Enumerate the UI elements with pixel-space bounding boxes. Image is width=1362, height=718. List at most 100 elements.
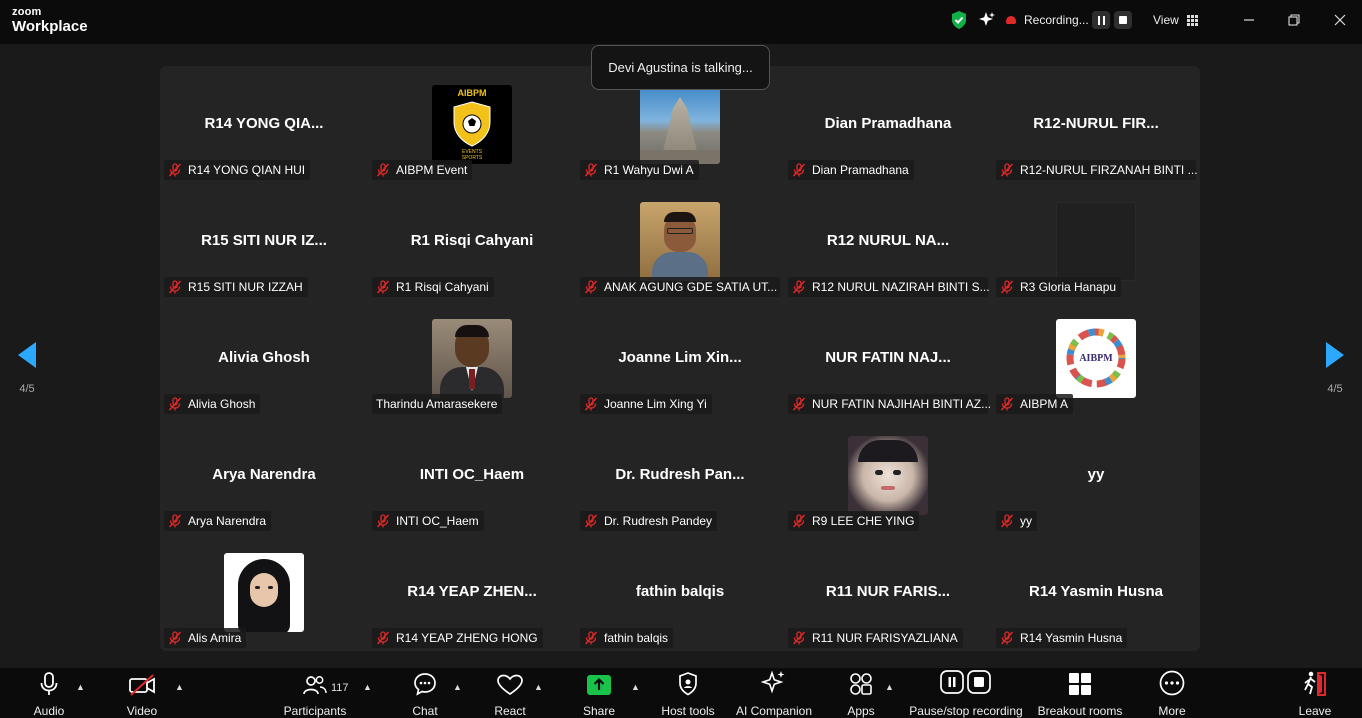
participant-avatar — [848, 436, 928, 515]
cloud-record-icon — [1006, 16, 1016, 24]
breakout-rooms-icon — [1069, 673, 1091, 695]
mic-muted-icon — [168, 631, 182, 645]
apps-button[interactable]: Apps — [846, 668, 876, 718]
participant-display-name: R1 Risqi Cahyani — [410, 232, 534, 249]
participant-tile[interactable]: R11 NUR FARIS... R11 NUR FARISYAZLIANA — [784, 534, 992, 651]
title-bar: zoom Workplace Recording... View — [0, 0, 1362, 44]
participant-tile[interactable]: R1 Risqi Cahyani R1 Risqi Cahyani — [368, 183, 576, 300]
participant-name: AIBPM Event — [396, 163, 468, 177]
video-button[interactable]: Video — [122, 668, 162, 718]
mic-muted-icon — [792, 163, 806, 177]
chat-button[interactable]: Chat — [410, 668, 440, 718]
restore-button[interactable] — [1274, 0, 1314, 40]
participant-tile[interactable]: AIBPM AIBPM A — [992, 300, 1200, 417]
participant-tile[interactable]: INTI OC_Haem INTI OC_Haem — [368, 417, 576, 534]
participant-name: Joanne Lim Xing Yi — [604, 397, 707, 411]
stop-recording-button[interactable] — [1114, 11, 1132, 29]
participant-tile[interactable]: Joanne Lim Xin... Joanne Lim Xing Yi — [576, 300, 784, 417]
participant-tile[interactable]: NUR FATIN NAJ... NUR FATIN NAJIHAH BINTI … — [784, 300, 992, 417]
chat-options-caret[interactable]: ▲ — [453, 682, 462, 692]
participant-tile[interactable]: Alis Amira — [160, 534, 368, 651]
shield-check-icon[interactable] — [950, 0, 968, 40]
breakout-label: Breakout rooms — [1037, 704, 1123, 718]
participant-tile[interactable]: R15 SITI NUR IZ... R15 SITI NUR IZZAH — [160, 183, 368, 300]
ai-companion-button[interactable]: AI Companion — [734, 668, 814, 718]
participant-avatar: AIBPM EVENTS SPORTS — [432, 85, 512, 164]
participant-tile[interactable]: yy yy — [992, 417, 1200, 534]
participant-name: INTI OC_Haem — [396, 514, 479, 528]
participant-name: R14 YEAP ZHENG HONG — [396, 631, 538, 645]
participant-avatar — [640, 202, 720, 281]
participant-name-label: Dian Pramadhana — [788, 160, 914, 180]
more-button[interactable]: More — [1154, 668, 1190, 718]
view-button[interactable]: View — [1153, 0, 1198, 40]
react-button[interactable]: React — [492, 668, 528, 718]
participants-icon — [303, 676, 327, 695]
mic-muted-icon — [1000, 514, 1014, 528]
participant-name-label: R9 LEE CHE YING — [788, 511, 920, 531]
aibpm-ring-text: AIBPM — [1079, 353, 1113, 364]
mic-muted-icon — [376, 163, 390, 177]
apps-options-caret[interactable]: ▲ — [885, 682, 894, 692]
participant-tile[interactable]: R12 NURUL NA... R12 NURUL NAZIRAH BINTI S… — [784, 183, 992, 300]
participant-name: R14 Yasmin Husna — [1020, 631, 1123, 645]
participant-display-name: INTI OC_Haem — [419, 466, 525, 483]
participant-tile[interactable]: R9 LEE CHE YING — [784, 417, 992, 534]
participant-tile[interactable]: R14 YEAP ZHEN... R14 YEAP ZHENG HONG — [368, 534, 576, 651]
participant-avatar — [640, 85, 720, 164]
share-button[interactable]: Share — [582, 668, 616, 718]
previous-page-nav[interactable]: 4/5 — [12, 340, 42, 395]
participant-tile[interactable]: fathin balqis fathin balqis — [576, 534, 784, 651]
arrow-right-icon — [1326, 342, 1344, 368]
participant-display-name: R12-NURUL FIR... — [1033, 115, 1159, 132]
next-page-nav[interactable]: 4/5 — [1320, 340, 1350, 395]
participant-tile[interactable]: Dr. Rudresh Pan... Dr. Rudresh Pandey — [576, 417, 784, 534]
pause-stop-recording-button[interactable]: Pause/stop recording — [906, 668, 1026, 718]
leave-button[interactable]: Leave — [1296, 668, 1334, 718]
audio-options-caret[interactable]: ▲ — [76, 682, 85, 692]
participant-tile[interactable]: Dian Pramadhana Dian Pramadhana — [784, 66, 992, 183]
audio-label: Audio — [33, 704, 65, 718]
participant-tile[interactable]: Arya Narendra Arya Narendra — [160, 417, 368, 534]
participant-tile[interactable]: Alivia Ghosh Alivia Ghosh — [160, 300, 368, 417]
share-options-caret[interactable]: ▲ — [631, 682, 640, 692]
participant-name: ANAK AGUNG GDE SATIA UT... — [604, 280, 778, 294]
react-options-caret[interactable]: ▲ — [534, 682, 543, 692]
apps-icon — [850, 673, 872, 695]
participant-tile[interactable]: R14 YONG QIA... R14 YONG QIAN HUI — [160, 66, 368, 183]
participant-name-label: R11 NUR FARISYAZLIANA — [788, 628, 963, 648]
pause-icon — [1097, 15, 1105, 25]
audio-button[interactable]: Audio — [30, 668, 68, 718]
share-label: Share — [582, 704, 616, 718]
participant-tile[interactable]: R14 Yasmin Husna R14 Yasmin Husna — [992, 534, 1200, 651]
participant-tile[interactable]: ANAK AGUNG GDE SATIA UT... — [576, 183, 784, 300]
participant-name: fathin balqis — [604, 631, 669, 645]
recording-indicator[interactable]: Recording... — [1006, 0, 1089, 40]
host-tools-button[interactable]: Host tools — [660, 668, 716, 718]
video-gallery: R14 YONG QIA... R14 YONG QIAN HUI AIBPM EVE… — [160, 66, 1200, 651]
participant-tile[interactable]: R12-NURUL FIR... R12-NURUL FIRZANAH BINTI… — [992, 66, 1200, 183]
participant-tile[interactable]: Tharindu Amarasekere — [368, 300, 576, 417]
participant-name: Dr. Rudresh Pandey — [604, 514, 713, 528]
breakout-rooms-button[interactable]: Breakout rooms — [1036, 668, 1124, 718]
participant-name: R1 Wahyu Dwi A — [604, 163, 694, 177]
mic-muted-icon — [1000, 397, 1014, 411]
participant-tile[interactable]: AIBPM EVENTS SPORTS AIBPM Event — [368, 66, 576, 183]
sparkle-icon[interactable] — [978, 0, 996, 40]
pause-recording-button[interactable] — [1092, 11, 1110, 29]
video-options-caret[interactable]: ▲ — [175, 682, 184, 692]
minimize-button[interactable] — [1229, 0, 1269, 40]
soccer-shield-icon — [453, 101, 491, 147]
participant-name-label: R14 YONG QIAN HUI — [164, 160, 311, 180]
chat-icon — [414, 673, 436, 696]
ai-companion-label: AI Companion — [735, 704, 813, 718]
mic-muted-icon — [792, 631, 806, 645]
close-button[interactable] — [1320, 0, 1360, 40]
talking-indicator: Devi Agustina is talking... — [591, 45, 770, 90]
participants-options-caret[interactable]: ▲ — [363, 682, 372, 692]
participant-tile[interactable]: R3 Gloria Hanapu — [992, 183, 1200, 300]
mic-muted-icon — [792, 514, 806, 528]
participant-display-name: Arya Narendra — [212, 466, 316, 483]
aibpm-logo-text: AIBPM — [457, 88, 487, 98]
host-shield-icon — [679, 672, 697, 696]
